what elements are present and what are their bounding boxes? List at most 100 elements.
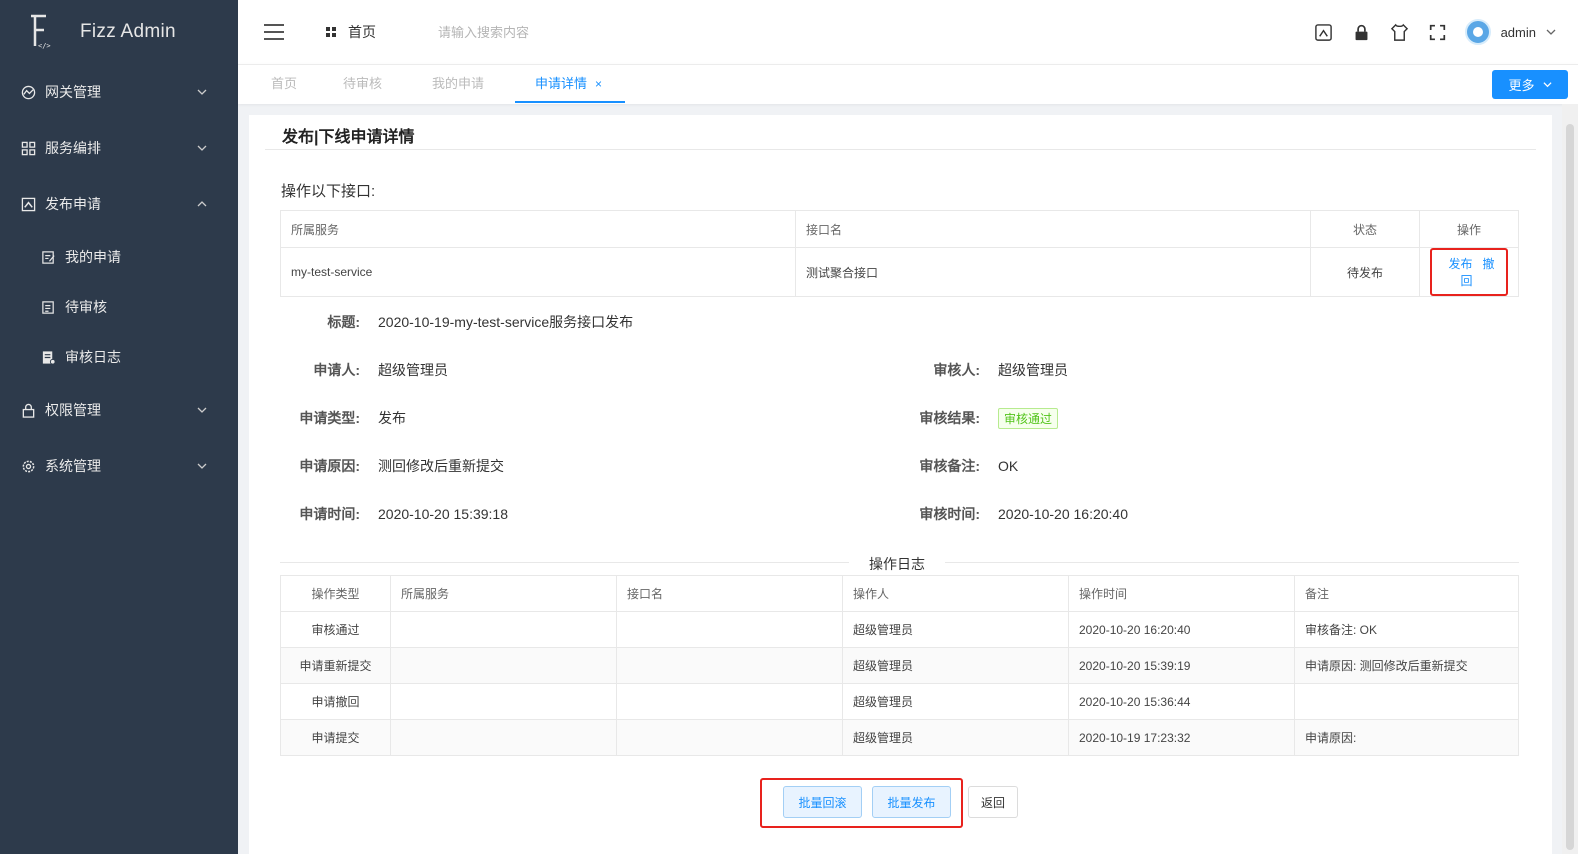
tab-home[interactable]: 首页: [271, 65, 297, 103]
table-cell: 超级管理员: [842, 683, 1069, 720]
batch-rollback-button[interactable]: 批量回滚: [783, 786, 862, 818]
column-header: 操作时间: [1068, 575, 1295, 612]
field-label: 审核时间:: [919, 506, 980, 522]
more-button[interactable]: 更多: [1492, 70, 1568, 99]
dashboard-icon: [326, 27, 336, 37]
field-value: 测回修改后重新提交: [378, 458, 504, 474]
scrollbar-thumb[interactable]: [1566, 124, 1574, 850]
publish-link[interactable]: 发布: [1448, 257, 1472, 271]
table-cell: 申请原因:: [1294, 719, 1519, 756]
table-cell: [390, 683, 617, 720]
log-table: 操作类型 所属服务 接口名 操作人 操作时间 备注 审核通过 超级管理员 202…: [280, 575, 1519, 756]
log-icon: [40, 349, 56, 365]
sidebar-menu: 网关管理 服务编排 发布申请 我的申请 待审核 审核日志 权限管理 系统管理: [0, 64, 238, 494]
column-header: 所属服务: [390, 575, 617, 612]
grid-icon: [20, 140, 36, 156]
field-label: 申请时间:: [299, 506, 360, 522]
api-cell: 测试聚合接口: [795, 247, 1311, 297]
field-label: 标题:: [327, 314, 360, 330]
back-button[interactable]: 返回: [968, 786, 1018, 818]
menu-toggle-icon[interactable]: [264, 24, 284, 40]
table-cell: 申请重新提交: [280, 647, 391, 684]
sidebar-item-service-orchestration[interactable]: 服务编排: [0, 120, 238, 176]
chevron-down-icon: [197, 89, 207, 95]
table-cell: 2020-10-20 15:39:19: [1068, 647, 1295, 684]
table-row: 申请提交 超级管理员 2020-10-19 17:23:32 申请原因:: [280, 719, 1519, 756]
review-doc-icon: [40, 299, 56, 315]
sidebar-item-label: 服务编排: [45, 140, 101, 156]
gear-icon: [20, 458, 36, 474]
release-icon: [20, 196, 36, 212]
user-name[interactable]: admin: [1501, 25, 1536, 40]
chevron-up-icon: [197, 201, 207, 207]
table-cell: 审核备注: OK: [1294, 611, 1519, 648]
column-header: 接口名: [795, 210, 1311, 248]
breadcrumb[interactable]: 首页: [326, 22, 376, 42]
gateway-icon: [20, 84, 36, 100]
field-type: 申请类型: 发布: [280, 406, 406, 430]
fizz-logo-icon: </>: [26, 12, 52, 52]
shirt-icon[interactable]: [1389, 21, 1411, 43]
fullscreen-icon[interactable]: [1427, 21, 1449, 43]
sidebar-item-label: 待审核: [65, 299, 107, 315]
field-value: 2020-10-19-my-test-service服务接口发布: [378, 314, 634, 330]
status-cell: 待发布: [1310, 247, 1420, 297]
column-header: 状态: [1310, 210, 1420, 248]
field-remark: 审核备注: OK: [900, 454, 1018, 478]
sidebar-item-system[interactable]: 系统管理: [0, 438, 238, 494]
sidebar-item-my-apply[interactable]: 我的申请: [0, 232, 238, 282]
close-icon[interactable]: ×: [595, 77, 602, 91]
search-input[interactable]: [438, 24, 618, 40]
field-apply-time: 申请时间: 2020-10-20 15:39:18: [280, 502, 508, 526]
column-header: 备注: [1294, 575, 1519, 612]
tab-label: 申请详情: [535, 76, 588, 91]
sidebar-item-permission[interactable]: 权限管理: [0, 382, 238, 438]
batch-publish-button[interactable]: 批量发布: [872, 786, 951, 818]
lock-icon[interactable]: [1351, 21, 1373, 43]
page-title: 发布|下线申请详情: [282, 129, 415, 146]
sidebar-item-release-apply[interactable]: 发布申请: [0, 176, 238, 232]
table-cell: 超级管理员: [842, 611, 1069, 648]
chevron-down-icon: [197, 407, 207, 413]
sidebar-item-review-log[interactable]: 审核日志: [0, 332, 238, 382]
highlight-box: 发布 撤回: [1430, 248, 1508, 296]
screen-icon[interactable]: [1313, 21, 1335, 43]
field-value: OK: [998, 458, 1019, 474]
field-reviewer: 审核人: 超级管理员: [900, 358, 1068, 382]
avatar[interactable]: [1464, 19, 1491, 45]
sidebar-item-label: 权限管理: [45, 402, 101, 418]
logo-area[interactable]: </> Fizz Admin: [0, 0, 238, 64]
status-badge: 审核通过: [998, 407, 1059, 429]
edit-doc-icon: [40, 249, 56, 265]
field-label: 申请人:: [313, 362, 360, 378]
field-title: 标题: 2020-10-19-my-test-service服务接口发布: [280, 310, 633, 334]
table-cell: 申请撤回: [280, 683, 391, 720]
table-cell: 2020-10-19 17:23:32: [1068, 719, 1295, 756]
chevron-down-icon[interactable]: [1546, 27, 1556, 37]
sidebar-item-pending-review[interactable]: 待审核: [0, 282, 238, 332]
tab-my-apply[interactable]: 我的申请: [432, 65, 484, 103]
table-row: 申请撤回 超级管理员 2020-10-20 15:36:44: [280, 683, 1519, 720]
table-cell: 申请原因: 测回修改后重新提交: [1294, 647, 1519, 684]
top-header: 首页 admin: [238, 0, 1578, 64]
highlight-box: 批量回滚 批量发布: [760, 778, 963, 828]
sidebar-item-gateway[interactable]: 网关管理: [0, 64, 238, 120]
table-header-row: 所属服务 接口名 状态 操作: [280, 210, 1519, 248]
tab-pending-review[interactable]: 待审核: [343, 65, 382, 103]
table-cell: [616, 611, 843, 648]
content-card: 发布|下线申请详情 操作以下接口: 所属服务 接口名 状态 操作 my-test…: [249, 115, 1552, 854]
table-row: 申请重新提交 超级管理员 2020-10-20 15:39:19 申请原因: 测…: [280, 647, 1519, 684]
field-label: 审核备注:: [919, 458, 980, 474]
table-cell: [616, 647, 843, 684]
lock-icon: [20, 402, 36, 418]
more-label: 更多: [1508, 78, 1535, 93]
field-label: 申请类型:: [299, 410, 360, 426]
tabs-bar: 首页 待审核 我的申请 申请详情 × 更多: [238, 64, 1578, 104]
column-header: 接口名: [616, 575, 843, 612]
column-header: 操作类型: [280, 575, 391, 612]
chevron-down-icon: [197, 145, 207, 151]
tab-apply-detail[interactable]: 申请详情 ×: [515, 65, 625, 103]
field-value: 审核通过: [998, 407, 1059, 429]
field-label: 申请原因:: [299, 458, 360, 474]
sidebar-item-label: 系统管理: [45, 458, 101, 474]
